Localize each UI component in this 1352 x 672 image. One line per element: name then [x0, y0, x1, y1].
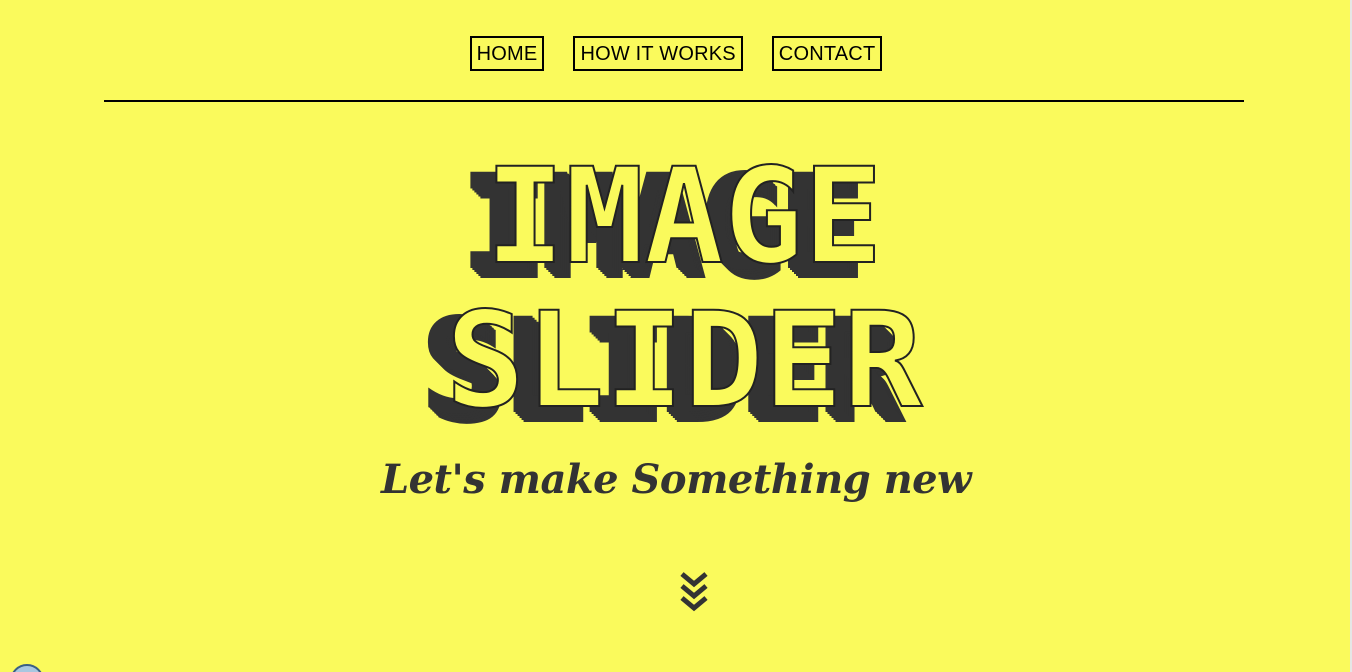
nav-contact-link[interactable]: CONTACT: [771, 36, 883, 71]
nav-home-link[interactable]: HOME: [469, 36, 545, 71]
top-nav: HOME HOW IT WORKS CONTACT: [0, 36, 1352, 71]
double-chevron-down-icon[interactable]: [676, 568, 712, 614]
corner-widget-icon[interactable]: [10, 664, 44, 672]
page: HOME HOW IT WORKS CONTACT IMAGE IMAGE IM…: [0, 0, 1352, 672]
hero-subtitle: Let's make Something new: [380, 456, 972, 503]
header-divider: [104, 100, 1244, 102]
hero-title: IMAGE IMAGE IMAGE IMAGE IMAGE IMAGE IMAG…: [420, 150, 924, 450]
title-line1: IMAGE: [485, 150, 882, 294]
title-line2: SLIDER: [446, 284, 923, 438]
nav-how-it-works-link[interactable]: HOW IT WORKS: [573, 36, 743, 71]
